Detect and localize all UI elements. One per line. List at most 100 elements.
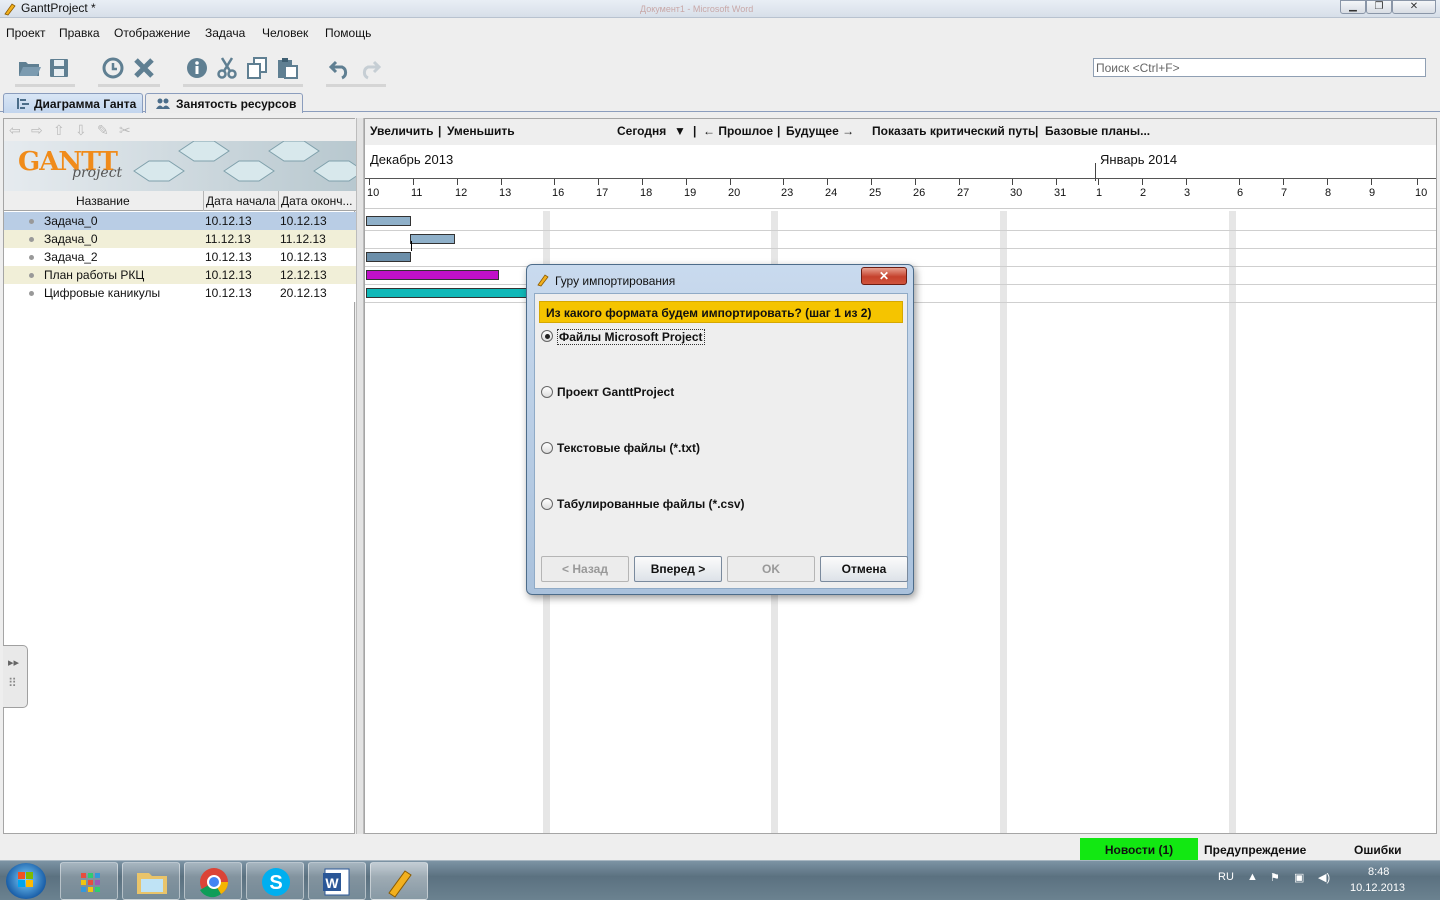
task-bullet-icon	[29, 273, 34, 278]
info-icon[interactable]	[185, 56, 209, 80]
task-end-date: 10.12.13	[280, 250, 327, 264]
delete-icon[interactable]	[132, 56, 156, 80]
taskbar-ganttproject[interactable]	[370, 862, 428, 900]
taskbar-skype[interactable]: S	[246, 862, 304, 900]
menu-project[interactable]: Проект	[6, 26, 46, 40]
link-icon[interactable]: ✎	[97, 122, 109, 139]
network-icon[interactable]: ▣	[1294, 871, 1304, 884]
news-button[interactable]: Новости (1)	[1080, 838, 1198, 860]
copy-icon[interactable]	[245, 56, 269, 80]
status-bar: Новости (1) Предупреждение Ошибки	[0, 837, 1440, 860]
baselines-link[interactable]: Базовые планы...	[1045, 124, 1150, 138]
task-row[interactable]: Задача_2 10.12.13 10.12.13	[4, 248, 356, 266]
minimize-button[interactable]: ▁	[1340, 0, 1366, 14]
undo-icon[interactable]	[328, 56, 352, 80]
menu-task[interactable]: Задача	[205, 26, 245, 40]
taskbar-word[interactable]: W	[308, 862, 366, 900]
maximize-button[interactable]: ❐	[1366, 0, 1392, 14]
clock-date[interactable]: 10.12.2013	[1350, 882, 1405, 894]
format-radio[interactable]	[541, 386, 553, 398]
day-label: 16	[552, 187, 565, 199]
task-name: Задача_0	[44, 214, 98, 228]
day-tick	[1239, 179, 1240, 185]
task-row[interactable]: Задача_0 11.12.13 11.12.13	[4, 230, 356, 248]
month-boundary	[1095, 163, 1096, 181]
critical-path-link[interactable]: Показать критический путь	[872, 124, 1035, 138]
taskbar-explorer[interactable]	[122, 862, 180, 900]
folder-icon	[137, 873, 167, 894]
task-bullet-icon	[29, 219, 34, 224]
minimize-icon: ▁	[1349, 1, 1357, 12]
format-radio[interactable]	[541, 442, 553, 454]
past-link[interactable]: ← Прошлое	[703, 124, 773, 138]
errors-button[interactable]: Ошибки	[1354, 843, 1402, 857]
toolbar-separator: |	[693, 124, 697, 138]
volume-icon[interactable]: ◀)	[1318, 871, 1330, 884]
panel-splitter[interactable]	[356, 118, 364, 834]
day-label: 12	[455, 187, 468, 199]
zoom-out-link[interactable]: Уменьшить	[447, 124, 515, 138]
close-window-button[interactable]: ✕	[1392, 0, 1436, 14]
task-bar[interactable]	[366, 270, 499, 280]
menu-human[interactable]: Человек	[262, 26, 308, 40]
outdent-icon[interactable]: ⇦	[9, 122, 21, 139]
task-bar[interactable]	[366, 252, 411, 262]
move-down-icon[interactable]: ⇩	[75, 122, 87, 139]
menu-edit[interactable]: Правка	[59, 26, 100, 40]
timeline-days: 10 11 12 13 16 17 18 19 20 23 24 25 26 27 30 31 1 2 3 6 7 8 9 1…	[365, 163, 1436, 209]
today-dropdown[interactable]: Сегодня	[617, 124, 666, 138]
format-radio[interactable]	[541, 330, 553, 342]
show-hidden-icons[interactable]: ▲	[1247, 871, 1258, 883]
tab-gantt-chart[interactable]: Диаграмма Ганта	[3, 93, 144, 113]
action-center-icon[interactable]: ⚑	[1270, 871, 1280, 884]
language-indicator[interactable]: RU	[1218, 871, 1234, 883]
start-button[interactable]	[6, 863, 46, 899]
chevron-down-icon[interactable]: ▼	[674, 124, 686, 138]
open-icon[interactable]	[17, 56, 41, 80]
task-bar[interactable]	[366, 216, 411, 226]
warnings-button[interactable]: Предупреждение	[1204, 843, 1306, 857]
taskbar-metro-app[interactable]	[60, 862, 118, 900]
move-up-icon[interactable]: ⇧	[53, 122, 65, 139]
back-button[interactable]: < Назад	[541, 556, 629, 582]
day-tick	[959, 179, 960, 185]
taskbar-chrome[interactable]	[184, 862, 242, 900]
day-tick	[1283, 179, 1284, 185]
future-link[interactable]: Будущее →	[786, 124, 854, 138]
cancel-button[interactable]: Отмена	[820, 556, 908, 582]
zoom-in-link[interactable]: Увеличить	[370, 124, 434, 138]
ganttproject-app-icon	[4, 3, 16, 16]
paste-icon[interactable]	[275, 56, 299, 80]
menu-view[interactable]: Отображение	[114, 26, 190, 40]
side-dock-handle[interactable]: ▸▸ ⠿	[3, 645, 28, 708]
clock-time[interactable]: 8:48	[1368, 866, 1389, 878]
day-label: 17	[596, 187, 609, 199]
cut-icon[interactable]	[215, 56, 239, 80]
expand-icon: ▸▸	[8, 657, 20, 669]
task-row[interactable]: Цифровые каникулы 10.12.13 20.12.13	[4, 284, 356, 302]
format-radio-label[interactable]: Табулированные файлы (*.csv)	[557, 497, 745, 511]
ok-button[interactable]: OK	[727, 556, 815, 582]
format-radio[interactable]	[541, 498, 553, 510]
format-radio-label[interactable]: Текстовые файлы (*.txt)	[557, 441, 700, 455]
task-bar[interactable]	[410, 234, 455, 244]
task-row[interactable]: План работы РКЦ 10.12.13 12.12.13	[4, 266, 356, 284]
day-label: 23	[781, 187, 794, 199]
save-icon[interactable]	[47, 56, 71, 80]
clock-icon[interactable]	[101, 56, 125, 80]
task-start-date: 11.12.13	[205, 232, 251, 246]
day-label: 30	[1010, 187, 1023, 199]
indent-icon[interactable]: ⇨	[31, 122, 43, 139]
redo-icon[interactable]	[358, 56, 382, 80]
menu-help[interactable]: Помощь	[325, 26, 371, 40]
dialog-close-button[interactable]: ✕	[861, 267, 907, 285]
format-radio-label[interactable]: Файлы Microsoft Project	[557, 329, 705, 345]
day-label: 18	[640, 187, 653, 199]
task-row[interactable]: Задача_0 10.12.13 10.12.13	[4, 212, 356, 230]
tab-resources[interactable]: Занятость ресурсов	[145, 93, 304, 113]
toolbar-group-underline	[98, 84, 160, 87]
search-input[interactable]: Поиск <Ctrl+F>	[1093, 58, 1426, 77]
unlink-icon[interactable]: ✂	[119, 122, 131, 139]
next-button[interactable]: Вперед >	[634, 556, 722, 582]
format-radio-label[interactable]: Проект GanttProject	[557, 385, 674, 399]
